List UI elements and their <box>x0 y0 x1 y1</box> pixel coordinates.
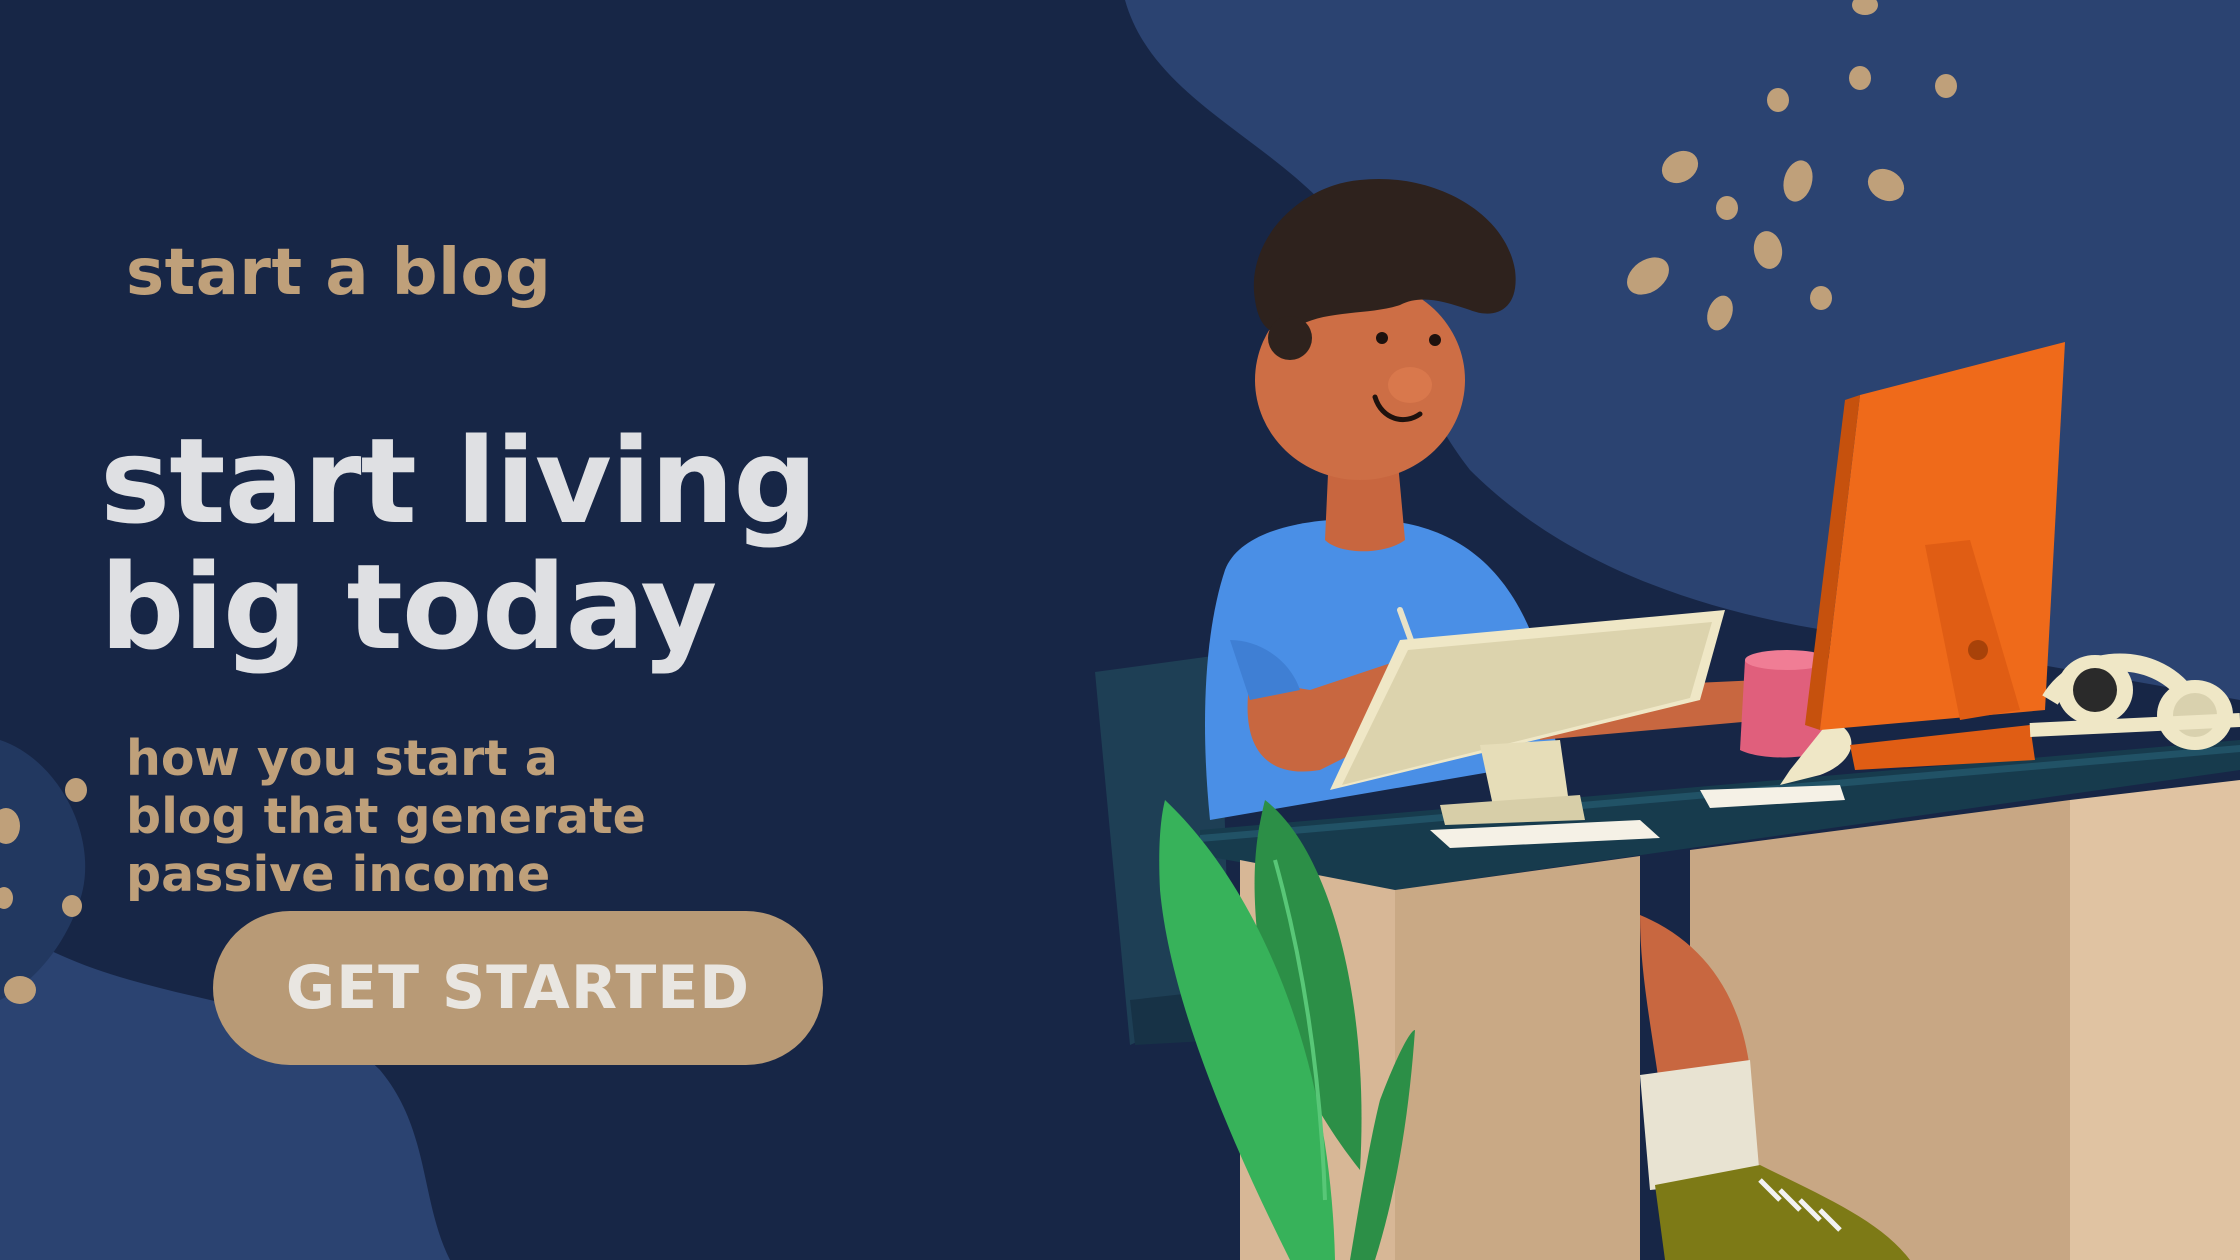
headphones-icon <box>2029 653 2240 750</box>
eyebrow-text: start a blog <box>126 236 552 310</box>
get-started-label: GET STARTED <box>285 953 751 1023</box>
headline-line-1: start living <box>100 412 818 550</box>
subtext-line-3: passive income <box>126 846 551 903</box>
subtext-line-2: blog that generate <box>126 788 646 845</box>
headline-line-2: big today <box>100 538 717 676</box>
person-at-desk-illustration <box>1095 178 2240 1260</box>
headline: start living big today <box>100 418 860 670</box>
subtext: how you start a blog that generate passi… <box>126 730 746 904</box>
desktop-monitor-icon <box>1805 342 2065 770</box>
subtext-line-1: how you start a <box>126 730 558 787</box>
get-started-button[interactable]: GET STARTED <box>213 911 823 1065</box>
